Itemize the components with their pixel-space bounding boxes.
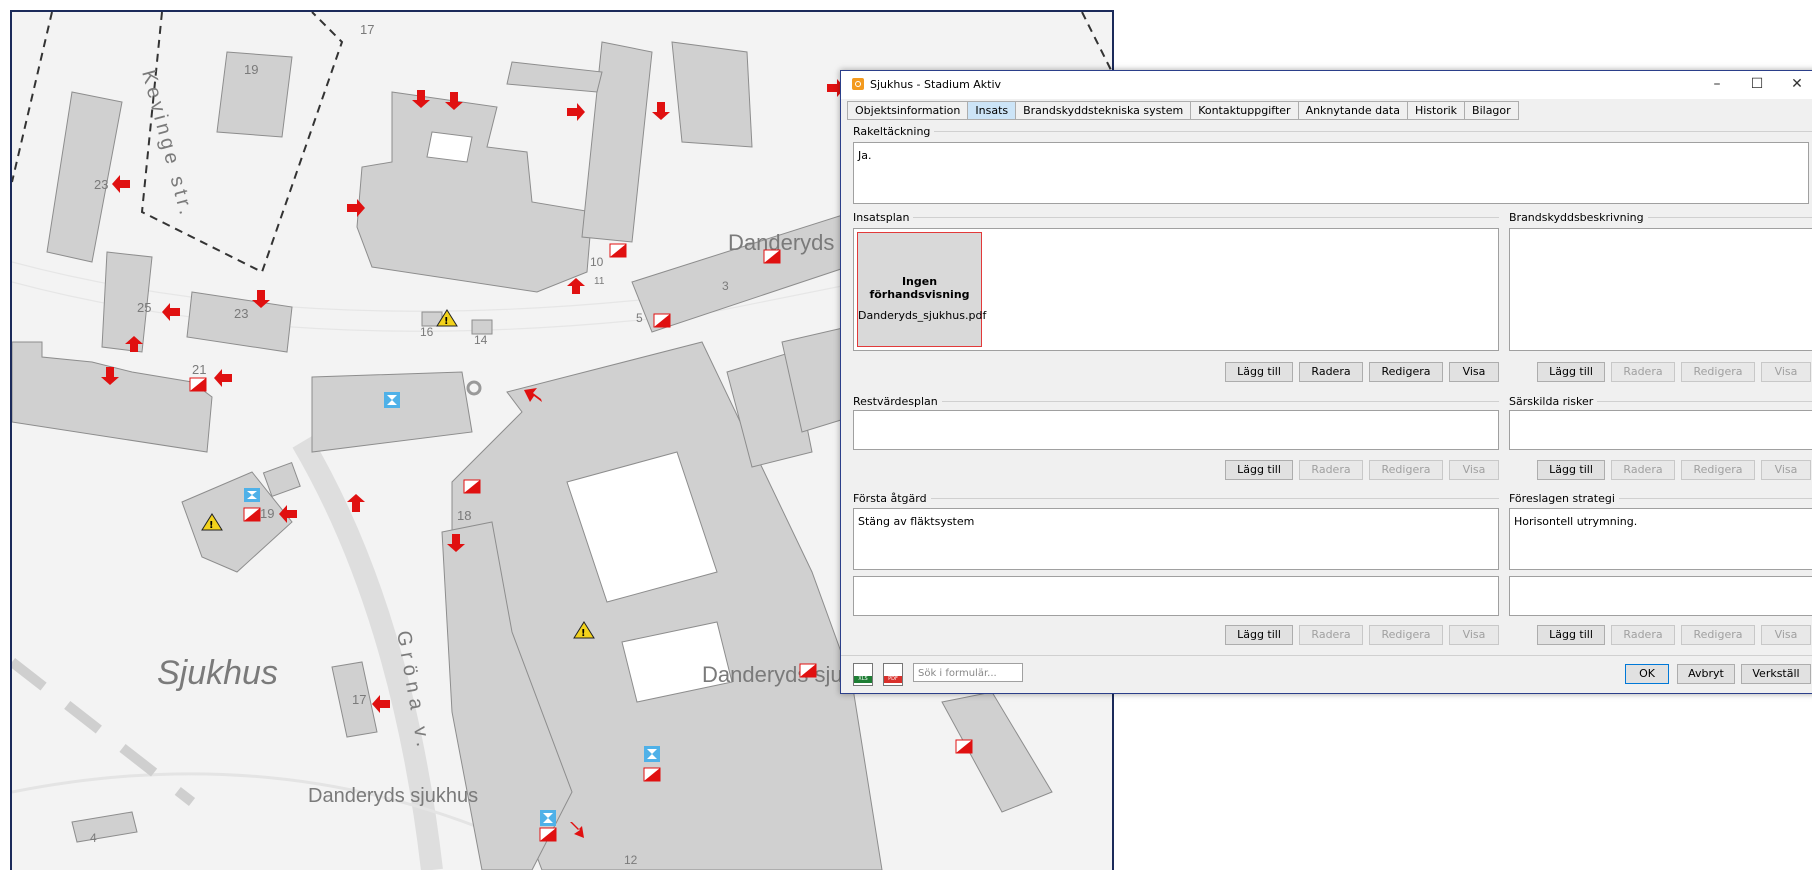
map-number: 12 (624, 853, 638, 867)
risker-edit-button[interactable]: Redigera (1681, 460, 1755, 480)
strategi-delete-button[interactable]: Radera (1611, 625, 1675, 645)
group-divider (853, 401, 1499, 402)
brandskyddsbeskrivning-list[interactable] (1509, 228, 1812, 351)
map-number: 23 (94, 177, 108, 192)
rakeltackning-label: Rakeltäckning (853, 125, 935, 138)
minimize-button[interactable]: – (1699, 74, 1735, 94)
brandskydd-delete-button[interactable]: Radera (1611, 362, 1675, 382)
forsta-atgard-value: Stäng av fläktsystem (858, 515, 975, 528)
rakeltackning-value: Ja. (858, 149, 872, 162)
excel-export-icon[interactable]: XLS (853, 663, 873, 686)
restvardesplan-delete-button[interactable]: Radera (1299, 460, 1363, 480)
insatsplan-edit-button[interactable]: Redigera (1369, 362, 1443, 382)
brandskydd-edit-button[interactable]: Redigera (1681, 362, 1755, 382)
map-number: 16 (420, 325, 434, 339)
rakeltackning-textarea[interactable]: Ja. (853, 142, 1809, 204)
insatsplan-label: Insatsplan (853, 211, 914, 224)
cancel-button[interactable]: Avbryt (1677, 664, 1735, 684)
maximize-button[interactable]: ☐ (1739, 74, 1775, 94)
app-icon (852, 78, 864, 90)
restvardesplan-label: Restvärdesplan (853, 395, 942, 408)
map-number: 17 (352, 692, 366, 707)
svg-text:!: ! (581, 628, 586, 639)
brandskyddsbeskrivning-label: Brandskyddsbeskrivning (1509, 211, 1648, 224)
map-number: 19 (260, 506, 274, 521)
insatsplan-show-button[interactable]: Visa (1449, 362, 1499, 382)
map-number: 4 (90, 831, 97, 845)
object-dialog[interactable]: Sjukhus - Stadium Aktiv – ☐ ✕ Objektsinf… (840, 70, 1812, 694)
restvardesplan-edit-button[interactable]: Redigera (1369, 460, 1443, 480)
map-area-label: Sjukhus (157, 654, 278, 692)
forsta-atgard-add-button[interactable]: Lägg till (1225, 625, 1293, 645)
tab-bilagor[interactable]: Bilagor (1464, 101, 1519, 120)
close-button[interactable]: ✕ (1779, 74, 1812, 94)
map-number: 17 (360, 22, 374, 37)
tab-objektsinformation[interactable]: Objektsinformation (847, 101, 968, 120)
form-search-input[interactable]: Sök i formulär... (913, 663, 1023, 682)
foreslagen-strategi-value: Horisontell utrymning. (1514, 515, 1638, 528)
footer-divider (841, 655, 1812, 656)
map-name-label: Danderyds sju (702, 662, 843, 687)
map-name-label: Danderyds sjukhus (308, 785, 478, 807)
map-number: 11 (594, 276, 605, 287)
risker-add-button[interactable]: Lägg till (1537, 460, 1605, 480)
tab-kontaktuppgifter[interactable]: Kontaktuppgifter (1190, 101, 1298, 120)
insatsplan-add-button[interactable]: Lägg till (1225, 362, 1293, 382)
svg-text:!: ! (444, 316, 449, 327)
preview-title: Ingen förhandsvisning (869, 275, 970, 301)
map-name-label: Danderyds s (728, 230, 852, 255)
map-number: 23 (234, 306, 248, 321)
ok-button[interactable]: OK (1625, 664, 1669, 684)
restvardesplan-list[interactable] (853, 410, 1499, 450)
restvardesplan-add-button[interactable]: Lägg till (1225, 460, 1293, 480)
tab-anknytande-data[interactable]: Anknytande data (1297, 101, 1407, 120)
pdf-export-icon[interactable]: PDF (883, 663, 903, 686)
map-number: 3 (722, 279, 729, 293)
forsta-atgard-label: Första åtgärd (853, 492, 931, 505)
forsta-atgard-list[interactable] (853, 576, 1499, 616)
foreslagen-strategi-list[interactable] (1509, 576, 1812, 616)
group-divider (853, 217, 1499, 218)
map-number: 18 (457, 508, 471, 523)
tab-brandskyddstekniska-system[interactable]: Brandskyddstekniska system (1015, 101, 1191, 120)
strategi-edit-button[interactable]: Redigera (1681, 625, 1755, 645)
map-number: 19 (244, 62, 258, 77)
forsta-atgard-delete-button[interactable]: Radera (1299, 625, 1363, 645)
tab-insats[interactable]: Insats (967, 101, 1016, 120)
strategi-add-button[interactable]: Lägg till (1537, 625, 1605, 645)
strategi-show-button[interactable]: Visa (1761, 625, 1811, 645)
map-number: 10 (590, 255, 604, 269)
map-number: 21 (192, 362, 206, 377)
map-number: 25 (137, 300, 151, 315)
foreslagen-strategi-textarea[interactable]: Horisontell utrymning. (1509, 508, 1812, 570)
tab-historik[interactable]: Historik (1406, 101, 1465, 120)
foreslagen-strategi-label: Föreslagen strategi (1509, 492, 1619, 505)
map-circle-marker (466, 380, 482, 396)
map-number: 5 (636, 311, 643, 325)
dialog-titlebar[interactable]: Sjukhus - Stadium Aktiv – ☐ ✕ (841, 71, 1812, 99)
group-divider (853, 498, 1499, 499)
forsta-atgard-show-button[interactable]: Visa (1449, 625, 1499, 645)
insatsplan-preview[interactable]: Ingen förhandsvisning Danderyds_sjukhus.… (857, 232, 987, 347)
execute-button[interactable]: Verkställ (1741, 664, 1811, 684)
insatsplan-delete-button[interactable]: Radera (1299, 362, 1363, 382)
brandskydd-show-button[interactable]: Visa (1761, 362, 1811, 382)
forsta-atgard-edit-button[interactable]: Redigera (1369, 625, 1443, 645)
sarskilda-risker-list[interactable] (1509, 410, 1812, 450)
brandskydd-add-button[interactable]: Lägg till (1537, 362, 1605, 382)
map-street-label: Kevinge str. (137, 68, 198, 221)
group-divider (853, 131, 1812, 132)
forsta-atgard-textarea[interactable]: Stäng av fläktsystem (853, 508, 1499, 570)
svg-text:!: ! (209, 520, 214, 531)
restvardesplan-show-button[interactable]: Visa (1449, 460, 1499, 480)
tab-strip: Objektsinformation Insats Brandskyddstek… (847, 101, 1519, 120)
map-number: 14 (474, 333, 488, 347)
risker-show-button[interactable]: Visa (1761, 460, 1811, 480)
risker-delete-button[interactable]: Radera (1611, 460, 1675, 480)
preview-filename: Danderyds_sjukhus.pdf (858, 309, 987, 322)
sarskilda-risker-label: Särskilda risker (1509, 395, 1598, 408)
dialog-title: Sjukhus - Stadium Aktiv (870, 78, 1002, 91)
